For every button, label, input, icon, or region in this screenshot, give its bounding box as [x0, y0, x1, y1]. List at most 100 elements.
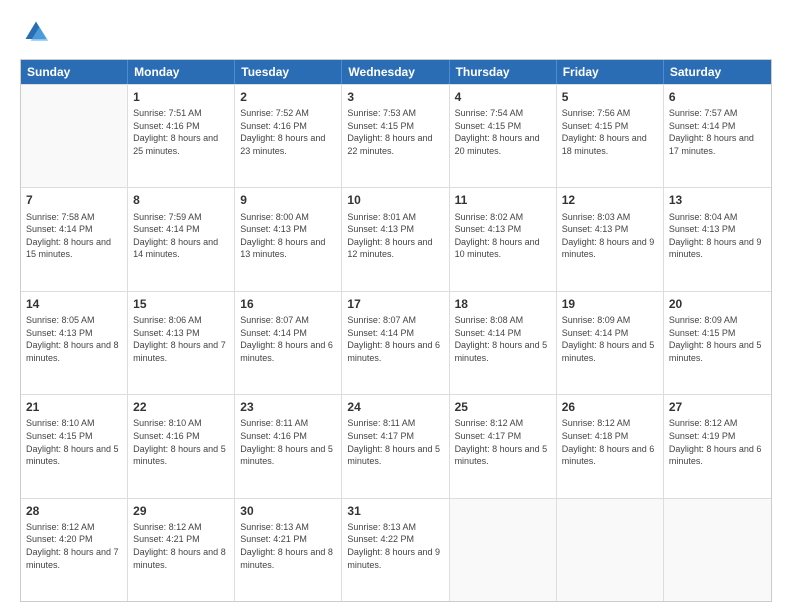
day-number: 29: [133, 503, 229, 519]
empty-cell: [450, 499, 557, 601]
calendar: SundayMondayTuesdayWednesdayThursdayFrid…: [20, 59, 772, 602]
calendar-row-5: 28Sunrise: 8:12 AMSunset: 4:20 PMDayligh…: [21, 498, 771, 601]
day-cell-23: 23 Sunrise: 8:11 AMSunset: 4:16 PMDayligh…: [235, 395, 342, 497]
day-number: 6: [669, 89, 766, 105]
cell-info: Sunrise: 7:58 AMSunset: 4:14 PMDaylight:…: [26, 211, 122, 261]
day-cell-11: 11 Sunrise: 8:02 AMSunset: 4:13 PMDayligh…: [450, 188, 557, 290]
cell-info: Sunrise: 8:09 AMSunset: 4:15 PMDaylight:…: [669, 314, 766, 364]
calendar-row-4: 21 Sunrise: 8:10 AMSunset: 4:15 PMDayligh…: [21, 394, 771, 497]
cell-info: Sunrise: 8:03 AMSunset: 4:13 PMDaylight:…: [562, 211, 658, 261]
cell-info: Sunrise: 7:51 AMSunset: 4:16 PMDaylight:…: [133, 107, 229, 157]
day-cell-9: 9 Sunrise: 8:00 AMSunset: 4:13 PMDaylight…: [235, 188, 342, 290]
day-cell-7: 7 Sunrise: 7:58 AMSunset: 4:14 PMDaylight…: [21, 188, 128, 290]
cell-info: Sunrise: 8:06 AMSunset: 4:13 PMDaylight:…: [133, 314, 229, 364]
day-cell-31: 31 Sunrise: 8:13 AMSunset: 4:22 PMDayligh…: [342, 499, 449, 601]
day-number: 14: [26, 296, 122, 312]
cell-info: Sunrise: 8:05 AMSunset: 4:13 PMDaylight:…: [26, 314, 122, 364]
cell-info: Sunrise: 8:01 AMSunset: 4:13 PMDaylight:…: [347, 211, 443, 261]
day-cell-28: 28Sunrise: 8:12 AMSunset: 4:20 PMDayligh…: [21, 499, 128, 601]
day-number: 5: [562, 89, 658, 105]
day-cell-6: 6 Sunrise: 7:57 AMSunset: 4:14 PMDaylight…: [664, 85, 771, 187]
logo-icon: [22, 18, 50, 46]
cell-info: Sunrise: 8:10 AMSunset: 4:15 PMDaylight:…: [26, 417, 122, 467]
empty-cell: [664, 499, 771, 601]
day-cell-19: 19 Sunrise: 8:09 AMSunset: 4:14 PMDayligh…: [557, 292, 664, 394]
day-number: 31: [347, 503, 443, 519]
calendar-body: 1 Sunrise: 7:51 AMSunset: 4:16 PMDaylight…: [21, 84, 771, 601]
day-number: 11: [455, 192, 551, 208]
day-cell-29: 29 Sunrise: 8:12 AMSunset: 4:21 PMDayligh…: [128, 499, 235, 601]
day-cell-20: 20 Sunrise: 8:09 AMSunset: 4:15 PMDayligh…: [664, 292, 771, 394]
cell-info: Sunrise: 8:12 AMSunset: 4:20 PMDaylight:…: [26, 521, 122, 571]
day-number: 8: [133, 192, 229, 208]
day-cell-30: 30 Sunrise: 8:13 AMSunset: 4:21 PMDayligh…: [235, 499, 342, 601]
cell-info: Sunrise: 8:04 AMSunset: 4:13 PMDaylight:…: [669, 211, 766, 261]
day-cell-27: 27 Sunrise: 8:12 AMSunset: 4:19 PMDayligh…: [664, 395, 771, 497]
day-cell-4: 4 Sunrise: 7:54 AMSunset: 4:15 PMDaylight…: [450, 85, 557, 187]
day-number: 3: [347, 89, 443, 105]
day-cell-12: 12 Sunrise: 8:03 AMSunset: 4:13 PMDayligh…: [557, 188, 664, 290]
calendar-row-1: 1 Sunrise: 7:51 AMSunset: 4:16 PMDaylight…: [21, 84, 771, 187]
day-cell-14: 14 Sunrise: 8:05 AMSunset: 4:13 PMDayligh…: [21, 292, 128, 394]
header-day-wednesday: Wednesday: [342, 60, 449, 84]
day-number: 23: [240, 399, 336, 415]
cell-info: Sunrise: 8:00 AMSunset: 4:13 PMDaylight:…: [240, 211, 336, 261]
header-day-sunday: Sunday: [21, 60, 128, 84]
day-number: 1: [133, 89, 229, 105]
cell-info: Sunrise: 8:08 AMSunset: 4:14 PMDaylight:…: [455, 314, 551, 364]
page: SundayMondayTuesdayWednesdayThursdayFrid…: [0, 0, 792, 612]
calendar-header: SundayMondayTuesdayWednesdayThursdayFrid…: [21, 60, 771, 84]
day-cell-24: 24 Sunrise: 8:11 AMSunset: 4:17 PMDayligh…: [342, 395, 449, 497]
day-cell-10: 10Sunrise: 8:01 AMSunset: 4:13 PMDayligh…: [342, 188, 449, 290]
day-number: 7: [26, 192, 122, 208]
day-cell-13: 13Sunrise: 8:04 AMSunset: 4:13 PMDayligh…: [664, 188, 771, 290]
day-number: 21: [26, 399, 122, 415]
cell-info: Sunrise: 7:54 AMSunset: 4:15 PMDaylight:…: [455, 107, 551, 157]
day-cell-2: 2 Sunrise: 7:52 AMSunset: 4:16 PMDaylight…: [235, 85, 342, 187]
day-number: 16: [240, 296, 336, 312]
header-day-thursday: Thursday: [450, 60, 557, 84]
cell-info: Sunrise: 7:52 AMSunset: 4:16 PMDaylight:…: [240, 107, 336, 157]
calendar-row-3: 14 Sunrise: 8:05 AMSunset: 4:13 PMDayligh…: [21, 291, 771, 394]
day-cell-21: 21 Sunrise: 8:10 AMSunset: 4:15 PMDayligh…: [21, 395, 128, 497]
cell-info: Sunrise: 8:02 AMSunset: 4:13 PMDaylight:…: [455, 211, 551, 261]
calendar-row-2: 7 Sunrise: 7:58 AMSunset: 4:14 PMDaylight…: [21, 187, 771, 290]
day-number: 27: [669, 399, 766, 415]
cell-info: Sunrise: 8:11 AMSunset: 4:17 PMDaylight:…: [347, 417, 443, 467]
day-cell-25: 25Sunrise: 8:12 AMSunset: 4:17 PMDayligh…: [450, 395, 557, 497]
cell-info: Sunrise: 7:56 AMSunset: 4:15 PMDaylight:…: [562, 107, 658, 157]
cell-info: Sunrise: 8:13 AMSunset: 4:21 PMDaylight:…: [240, 521, 336, 571]
cell-info: Sunrise: 8:12 AMSunset: 4:21 PMDaylight:…: [133, 521, 229, 571]
day-number: 12: [562, 192, 658, 208]
day-cell-22: 22Sunrise: 8:10 AMSunset: 4:16 PMDayligh…: [128, 395, 235, 497]
header: [20, 18, 772, 51]
header-day-saturday: Saturday: [664, 60, 771, 84]
logo: [20, 18, 54, 51]
cell-info: Sunrise: 8:13 AMSunset: 4:22 PMDaylight:…: [347, 521, 443, 571]
cell-info: Sunrise: 8:11 AMSunset: 4:16 PMDaylight:…: [240, 417, 336, 467]
empty-cell: [557, 499, 664, 601]
day-cell-26: 26 Sunrise: 8:12 AMSunset: 4:18 PMDayligh…: [557, 395, 664, 497]
day-number: 2: [240, 89, 336, 105]
day-number: 4: [455, 89, 551, 105]
cell-info: Sunrise: 8:10 AMSunset: 4:16 PMDaylight:…: [133, 417, 229, 467]
day-cell-8: 8 Sunrise: 7:59 AMSunset: 4:14 PMDaylight…: [128, 188, 235, 290]
day-number: 18: [455, 296, 551, 312]
cell-info: Sunrise: 8:12 AMSunset: 4:19 PMDaylight:…: [669, 417, 766, 467]
cell-info: Sunrise: 7:53 AMSunset: 4:15 PMDaylight:…: [347, 107, 443, 157]
day-cell-18: 18 Sunrise: 8:08 AMSunset: 4:14 PMDayligh…: [450, 292, 557, 394]
header-day-tuesday: Tuesday: [235, 60, 342, 84]
day-number: 20: [669, 296, 766, 312]
day-number: 30: [240, 503, 336, 519]
cell-info: Sunrise: 8:09 AMSunset: 4:14 PMDaylight:…: [562, 314, 658, 364]
cell-info: Sunrise: 8:12 AMSunset: 4:18 PMDaylight:…: [562, 417, 658, 467]
cell-info: Sunrise: 8:07 AMSunset: 4:14 PMDaylight:…: [347, 314, 443, 364]
day-number: 26: [562, 399, 658, 415]
day-number: 9: [240, 192, 336, 208]
header-day-monday: Monday: [128, 60, 235, 84]
day-number: 24: [347, 399, 443, 415]
day-number: 19: [562, 296, 658, 312]
cell-info: Sunrise: 7:59 AMSunset: 4:14 PMDaylight:…: [133, 211, 229, 261]
cell-info: Sunrise: 7:57 AMSunset: 4:14 PMDaylight:…: [669, 107, 766, 157]
day-cell-17: 17Sunrise: 8:07 AMSunset: 4:14 PMDayligh…: [342, 292, 449, 394]
